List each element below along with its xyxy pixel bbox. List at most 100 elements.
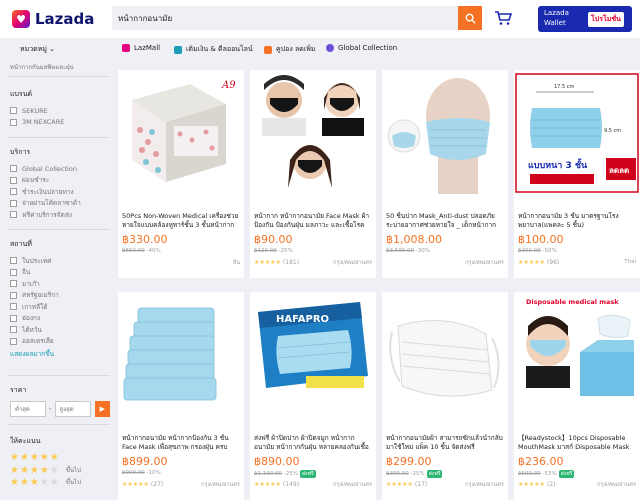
discount: -50%	[542, 248, 557, 254]
checkbox[interactable]	[10, 211, 17, 219]
product-card[interactable]: 50 ชิ้นปาก Mask_Anti-dust ปลอดภัยระบายอา…	[382, 70, 508, 278]
product-price: ฿1,008.00	[386, 233, 442, 246]
search-button[interactable]	[458, 6, 482, 30]
product-location: กรุงเทพมหานคร	[333, 482, 372, 488]
rating-option-3[interactable]: ★★★★★ ขึ้นไป	[10, 476, 110, 488]
brand-option-sekure[interactable]: SEKURE	[10, 105, 110, 117]
product-card[interactable]: หน้ากากอนามัยผ้า สามารถซักแล้วนำกลับมาใช…	[382, 292, 508, 500]
checkbox[interactable]	[10, 188, 17, 196]
service-option[interactable]: ชำระเงินปลายทาง	[10, 186, 110, 198]
product-title[interactable]: หน้ากาก หน้ากากอนามัย Face Mask ผ้า ป้อง…	[254, 212, 372, 230]
product-title[interactable]: 【Readystock】10pcs Disposable MouthMask ม…	[518, 434, 636, 452]
location-option[interactable]: มาเก๊า	[10, 278, 110, 290]
checkbox[interactable]	[10, 165, 17, 173]
nav-coupons[interactable]: คูปอง ลดเพิ่ม	[264, 44, 315, 55]
price-max-input[interactable]	[54, 401, 91, 417]
checkbox[interactable]	[10, 280, 17, 288]
checkbox[interactable]	[10, 303, 17, 311]
price-min-input[interactable]	[10, 401, 46, 417]
product-card[interactable]: HAFAPRO ส่งฟรี ผ้าปิดปาก ผ้าปิดจมูก หน้า…	[250, 292, 376, 500]
and-up-label: ขึ้นไป	[65, 479, 81, 486]
service-option[interactable]: ผ่อนชำระ	[10, 175, 110, 187]
lazada-wallet-banner[interactable]: Lazada Wallet โปรโมชั่น	[538, 6, 632, 32]
checkbox[interactable]	[10, 326, 17, 334]
product-card[interactable]: หน้ากาก หน้ากากอนามัย Face Mask ผ้า ป้อง…	[250, 70, 376, 278]
option-label: ฟรีค่าบริการจัดส่ง	[22, 210, 72, 219]
discount: -40%	[146, 248, 161, 254]
product-title[interactable]: หน้ากากอนามัยผ้า สามารถซักแล้วนำกลับมาใช…	[386, 434, 504, 452]
option-label: ฮ่องกง	[22, 314, 41, 323]
product-card[interactable]: Disposable medical mask 【Readystock】10pc…	[514, 292, 640, 500]
checkbox[interactable]	[10, 257, 17, 265]
location-option[interactable]: สหรัฐอเมริกา	[10, 290, 110, 302]
rating: ★★★★★ (149)	[254, 481, 300, 488]
search-input[interactable]	[112, 6, 458, 30]
price-apply-button[interactable]: ▶	[94, 401, 110, 417]
rating: ★★★★★ (2)	[518, 481, 556, 488]
product-image[interactable]: Disposable medical mask	[514, 292, 640, 416]
product-image[interactable]	[382, 70, 508, 194]
service-filter: บริการ Global Collection ผ่อนชำระ ชำระเง…	[10, 147, 110, 221]
product-title[interactable]: 50Pcs Non-Woven Medical เครื่องช่วยหายใจ…	[122, 212, 240, 230]
breadcrumb[interactable]: หน้ากากกันมลพิษและฝุ่น	[10, 62, 74, 72]
checkbox[interactable]	[10, 199, 17, 207]
original-price: ฿200.00 -50%	[518, 248, 557, 254]
wallet-promo-button[interactable]: โปรโมชั่น	[588, 12, 624, 27]
price-value: ฿890.00	[254, 455, 300, 468]
product-card[interactable]: A9 50Pcs Non-Woven Medical เครื่องช่วยหา…	[118, 70, 244, 278]
nav-topup[interactable]: เติมเงิน & ดีลออนไลน์	[174, 44, 253, 55]
review-count: (149)	[282, 481, 300, 488]
option-label: ในประเทศ	[22, 256, 52, 265]
product-card[interactable]: 17.5 cm 9.5 cm แบบหนา 3 ชั้น ลดลด หน้ากา…	[514, 70, 640, 278]
product-image[interactable]	[382, 292, 508, 416]
rating-option-5[interactable]: ★★★★★	[10, 452, 110, 464]
show-more-link[interactable]: แสดงผลมากขึ้น	[10, 349, 110, 359]
product-image[interactable]: HAFAPRO	[250, 292, 376, 416]
rating: ★★★★★ (181)	[254, 259, 300, 266]
nav-topup-label: เติมเงิน & ดีลออนไลน์	[186, 45, 253, 53]
product-card[interactable]: หน้ากากอนามัย หน้ากากป้องกัน 3 ชั้น Face…	[118, 292, 244, 500]
product-title[interactable]: ส่งฟรี ผ้าปิดปาก ผ้าปิดจมูก หน้ากากอนามั…	[254, 434, 372, 452]
location-option[interactable]: ในประเทศ	[10, 255, 110, 267]
option-label: Global Collection	[22, 164, 77, 173]
product-image[interactable]	[118, 292, 244, 416]
location-option[interactable]: ฮ่องกง	[10, 313, 110, 325]
product-image[interactable]	[250, 70, 376, 194]
categories-dropdown[interactable]: หมวดหมู่ ⌄	[20, 44, 55, 55]
lazada-logo[interactable]: ♥ Lazada	[12, 10, 94, 28]
checkbox[interactable]	[10, 337, 17, 345]
product-title[interactable]: 50 ชิ้นปาก Mask_Anti-dust ปลอดภัยระบายอา…	[386, 212, 504, 230]
hafapro-box-image: HAFAPRO	[250, 292, 376, 416]
cart-button[interactable]	[494, 10, 513, 28]
location-option[interactable]: เกาหลีใต้	[10, 301, 110, 313]
service-option[interactable]: จ่ายผ่านโค้ดลาซาด้า	[10, 198, 110, 210]
nav-lazmall[interactable]: LazMall	[122, 44, 160, 52]
location-option[interactable]: ออสเตรเลีย	[10, 336, 110, 348]
product-image[interactable]: A9	[118, 70, 244, 194]
product-location: กรุงเทพมหานคร	[201, 482, 240, 488]
checkbox[interactable]	[10, 268, 17, 276]
checkbox[interactable]	[10, 291, 17, 299]
product-image[interactable]: 17.5 cm 9.5 cm แบบหนา 3 ชั้น ลดลด	[514, 70, 640, 194]
checkbox[interactable]	[10, 314, 17, 322]
strike-price: ฿550.00	[122, 248, 145, 254]
option-label: ผ่อนชำระ	[22, 176, 50, 185]
checkbox[interactable]	[10, 118, 17, 126]
service-option[interactable]: Global Collection	[10, 163, 110, 175]
brand-option-3m[interactable]: 3M NEXCARE	[10, 117, 110, 129]
service-option[interactable]: ฟรีค่าบริการจัดส่ง	[10, 209, 110, 221]
checkbox[interactable]	[10, 176, 17, 184]
rating-option-4[interactable]: ★★★★★ ขึ้นไป	[10, 464, 110, 476]
product-location: จีน	[233, 260, 240, 266]
location-option[interactable]: ไต้หวัน	[10, 324, 110, 336]
nav-global-collection[interactable]: Global Collection	[326, 44, 397, 52]
location-option[interactable]: จีน	[10, 267, 110, 279]
product-title[interactable]: หน้ากากอนามัย 3 ชั้น มาตรฐานโรงพยาบาล(แพ…	[518, 212, 636, 230]
option-label: จีน	[22, 268, 31, 277]
strike-price: ฿1,190.00	[254, 471, 282, 477]
checkbox[interactable]	[10, 107, 17, 115]
top-header: ♥ Lazada Lazada Wallet โปรโมชั่น	[0, 0, 640, 38]
product-title[interactable]: หน้ากากอนามัย หน้ากากป้องกัน 3 ชั้น Face…	[122, 434, 240, 452]
nav-coupons-label: คูปอง ลดเพิ่ม	[276, 45, 316, 53]
three-layer-mask-image: 17.5 cm 9.5 cm แบบหนา 3 ชั้น ลดลด	[514, 70, 640, 194]
